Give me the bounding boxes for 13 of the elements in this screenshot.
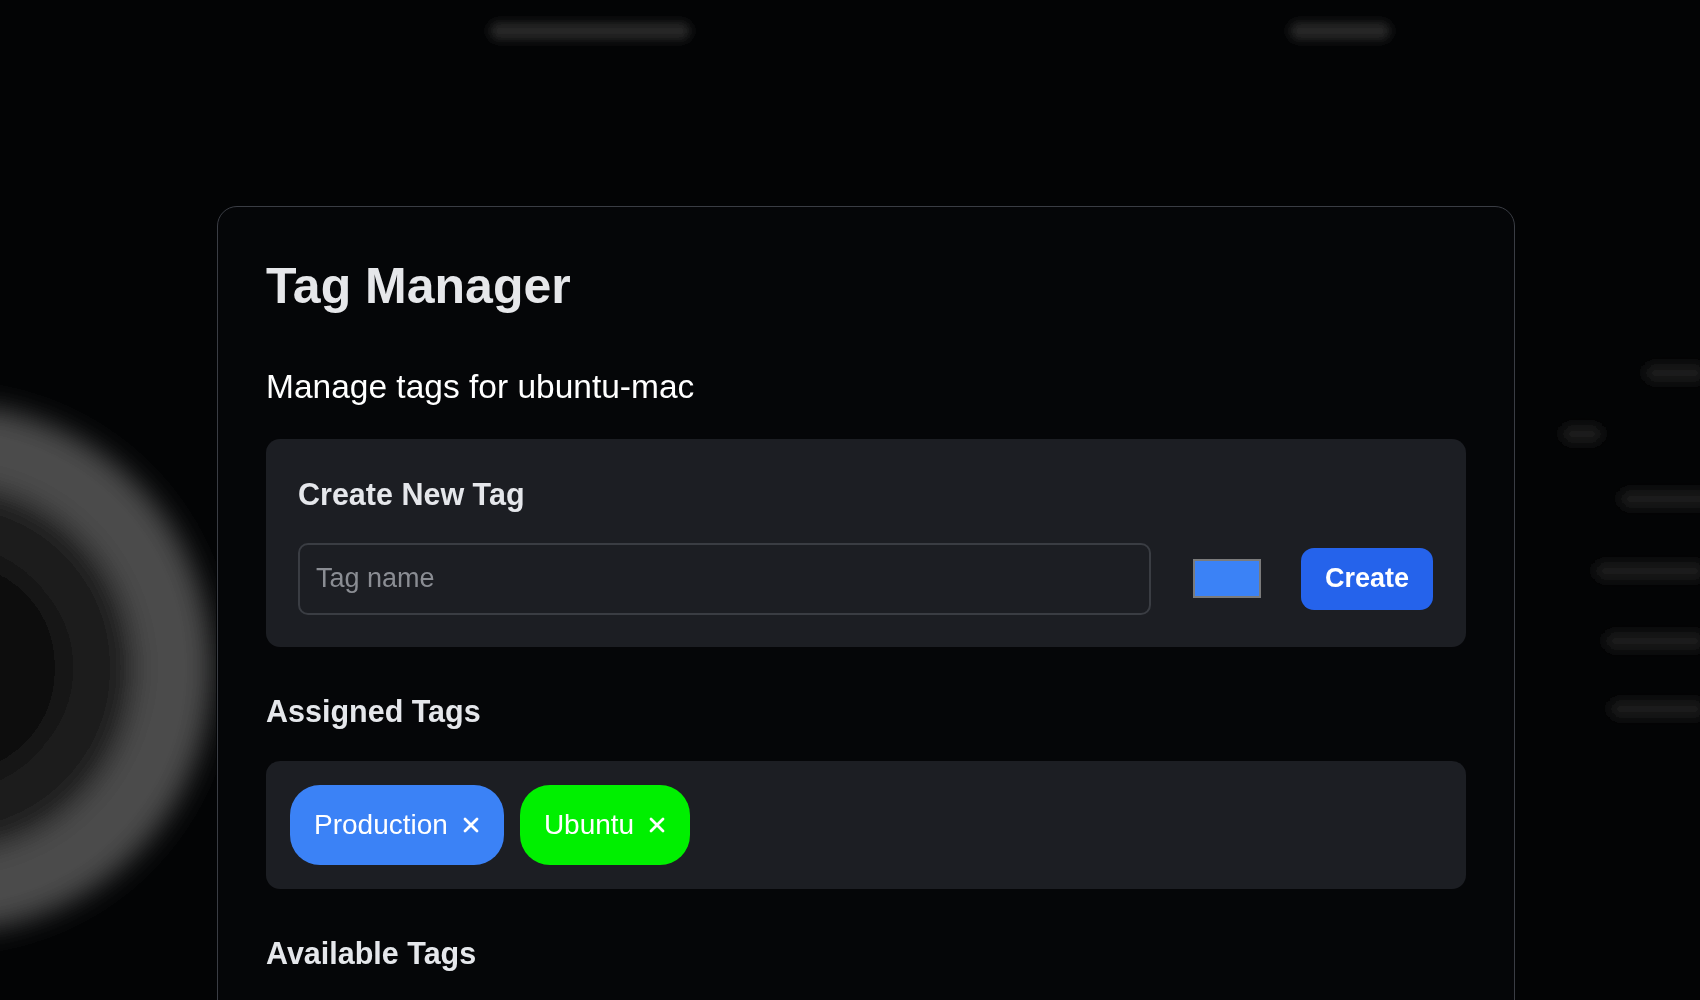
create-button[interactable]: Create bbox=[1301, 547, 1433, 610]
color-picker[interactable] bbox=[1193, 559, 1261, 599]
tag-name-field[interactable]: Tag name bbox=[298, 542, 1151, 615]
tag-label: Ubuntu bbox=[543, 808, 635, 841]
section-heading: Available Tags bbox=[266, 934, 478, 973]
section-heading: Assigned Tags bbox=[266, 692, 482, 731]
dialog-title: Tag Manager bbox=[266, 257, 572, 316]
dialog-subtitle: Manage tags for ubuntu-mac bbox=[266, 367, 696, 407]
tag-label: Production bbox=[314, 808, 448, 841]
close-icon bbox=[462, 816, 479, 833]
remove-tag-button[interactable] bbox=[462, 816, 479, 833]
close-icon bbox=[649, 816, 666, 833]
section-heading: Create New Tag bbox=[298, 476, 526, 514]
